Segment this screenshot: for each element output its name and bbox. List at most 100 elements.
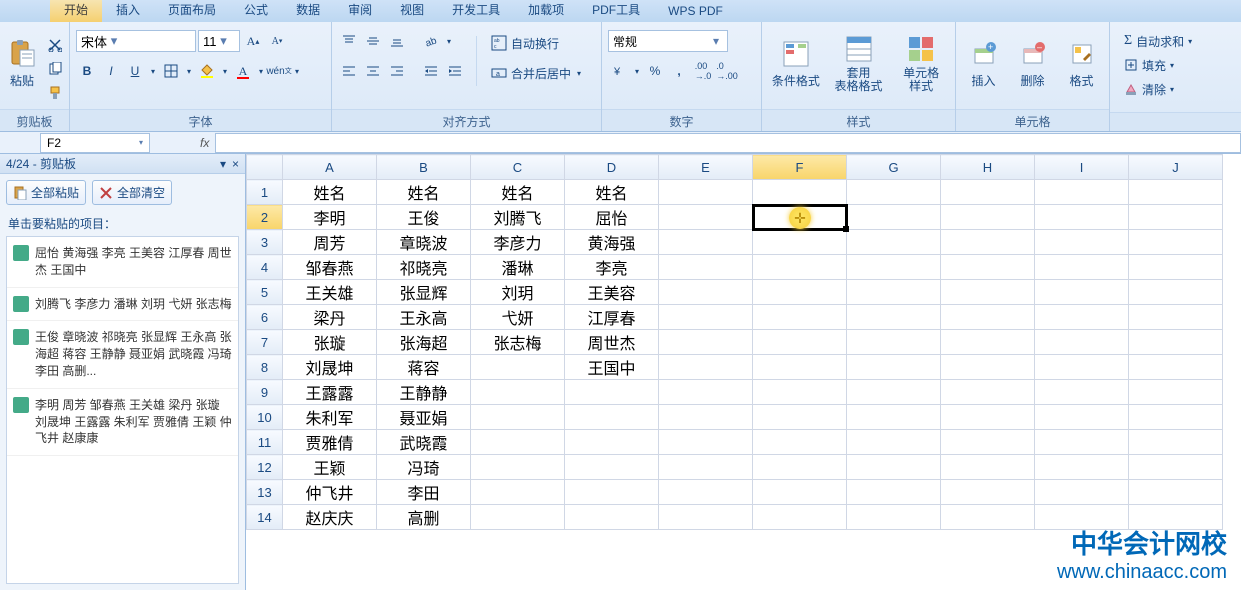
cell-G11[interactable] [847, 430, 941, 455]
cell-G1[interactable] [847, 180, 941, 205]
cell-D14[interactable] [565, 505, 659, 530]
cell-G14[interactable] [847, 505, 941, 530]
clipboard-item[interactable]: 李明 周芳 邹春燕 王关雄 梁丹 张璇 刘晟坤 王露露 朱利军 贾雅倩 王颖 仲… [7, 389, 238, 456]
cell-F4[interactable] [753, 255, 847, 280]
cell-D11[interactable] [565, 430, 659, 455]
cell-H7[interactable] [941, 330, 1035, 355]
clipboard-pane-close[interactable]: × [232, 157, 239, 171]
col-header-A[interactable]: A [283, 155, 377, 180]
clear-all-button[interactable]: 全部清空 [92, 180, 172, 205]
formula-input[interactable] [215, 133, 1241, 153]
tab-5[interactable]: 审阅 [334, 0, 386, 22]
cell-A1[interactable]: 姓名 [283, 180, 377, 205]
cell-H5[interactable] [941, 280, 1035, 305]
cell-C2[interactable]: 刘腾飞 [471, 205, 565, 230]
col-header-D[interactable]: D [565, 155, 659, 180]
cell-D5[interactable]: 王美容 [565, 280, 659, 305]
cell-H2[interactable] [941, 205, 1035, 230]
cell-D6[interactable]: 江厚春 [565, 305, 659, 330]
cell-C13[interactable] [471, 480, 565, 505]
cell-G13[interactable] [847, 480, 941, 505]
border-dd[interactable]: ▾ [184, 60, 194, 82]
cell-D1[interactable]: 姓名 [565, 180, 659, 205]
cell-F1[interactable] [753, 180, 847, 205]
cell-B3[interactable]: 章晓波 [377, 230, 471, 255]
cell-G9[interactable] [847, 380, 941, 405]
italic-button[interactable]: I [100, 60, 122, 82]
cell-C9[interactable] [471, 380, 565, 405]
clipboard-item[interactable]: 刘腾飞 李彦力 潘琳 刘玥 弋妍 张志梅 [7, 288, 238, 322]
cell-D13[interactable] [565, 480, 659, 505]
cell-I2[interactable] [1035, 205, 1129, 230]
currency-dd[interactable]: ▾ [632, 60, 642, 82]
tab-8[interactable]: 加载项 [514, 0, 578, 22]
cell-D4[interactable]: 李亮 [565, 255, 659, 280]
cell-E4[interactable] [659, 255, 753, 280]
cell-E2[interactable] [659, 205, 753, 230]
col-header-F[interactable]: F [753, 155, 847, 180]
cell-C5[interactable]: 刘玥 [471, 280, 565, 305]
cell-G3[interactable] [847, 230, 941, 255]
cell-C6[interactable]: 弋妍 [471, 305, 565, 330]
tab-7[interactable]: 开发工具 [438, 0, 514, 22]
cell-B11[interactable]: 武晓霞 [377, 430, 471, 455]
indent-decrease-button[interactable] [420, 60, 442, 82]
underline-button[interactable]: U [124, 60, 146, 82]
align-middle-button[interactable] [362, 30, 384, 52]
cell-E3[interactable] [659, 230, 753, 255]
cell-B4[interactable]: 祁晓亮 [377, 255, 471, 280]
cell-I13[interactable] [1035, 480, 1129, 505]
cell-C3[interactable]: 李彦力 [471, 230, 565, 255]
tab-0[interactable]: 开始 [50, 0, 102, 22]
cell-H14[interactable] [941, 505, 1035, 530]
cell-F14[interactable] [753, 505, 847, 530]
cell-D12[interactable] [565, 455, 659, 480]
cell-C10[interactable] [471, 405, 565, 430]
cell-J12[interactable] [1129, 455, 1223, 480]
table-format-button[interactable]: 套用 表格格式 [830, 30, 888, 96]
name-box[interactable]: F2 ▾ [40, 133, 150, 153]
cell-E13[interactable] [659, 480, 753, 505]
format-painter-button[interactable] [44, 82, 66, 104]
font-color-dd[interactable]: ▾ [256, 60, 266, 82]
cell-B12[interactable]: 冯琦 [377, 455, 471, 480]
cell-C11[interactable] [471, 430, 565, 455]
row-header-9[interactable]: 9 [247, 380, 283, 405]
align-top-button[interactable] [338, 30, 360, 52]
row-header-4[interactable]: 4 [247, 255, 283, 280]
tab-3[interactable]: 公式 [230, 0, 282, 22]
cells-insert-button[interactable]: + 插入 [962, 30, 1005, 96]
cell-B13[interactable]: 李田 [377, 480, 471, 505]
cell-I8[interactable] [1035, 355, 1129, 380]
cell-H9[interactable] [941, 380, 1035, 405]
cell-C14[interactable] [471, 505, 565, 530]
row-header-1[interactable]: 1 [247, 180, 283, 205]
cell-F6[interactable] [753, 305, 847, 330]
cell-B8[interactable]: 蒋容 [377, 355, 471, 380]
cell-A14[interactable]: 赵庆庆 [283, 505, 377, 530]
cell-A5[interactable]: 王关雄 [283, 280, 377, 305]
cell-F3[interactable] [753, 230, 847, 255]
cell-B6[interactable]: 王永高 [377, 305, 471, 330]
row-header-6[interactable]: 6 [247, 305, 283, 330]
phonetic-button[interactable]: wén文 [268, 60, 290, 82]
tab-10[interactable]: WPS PDF [654, 0, 737, 22]
cell-G2[interactable] [847, 205, 941, 230]
cell-D9[interactable] [565, 380, 659, 405]
cell-I1[interactable] [1035, 180, 1129, 205]
cell-H8[interactable] [941, 355, 1035, 380]
underline-dd[interactable]: ▾ [148, 60, 158, 82]
orientation-dd[interactable]: ▾ [444, 30, 454, 52]
cell-A4[interactable]: 邹春燕 [283, 255, 377, 280]
cell-J6[interactable] [1129, 305, 1223, 330]
cell-J5[interactable] [1129, 280, 1223, 305]
cell-G12[interactable] [847, 455, 941, 480]
clear-button[interactable]: 清除▾ [1120, 78, 1178, 100]
merge-center-button[interactable]: a合并后居中▾ [487, 62, 585, 84]
percent-button[interactable]: % [644, 60, 666, 82]
col-header-I[interactable]: I [1035, 155, 1129, 180]
cell-F10[interactable] [753, 405, 847, 430]
orientation-button[interactable]: ab [420, 30, 442, 52]
align-left-button[interactable] [338, 60, 360, 82]
cell-A13[interactable]: 仲飞井 [283, 480, 377, 505]
